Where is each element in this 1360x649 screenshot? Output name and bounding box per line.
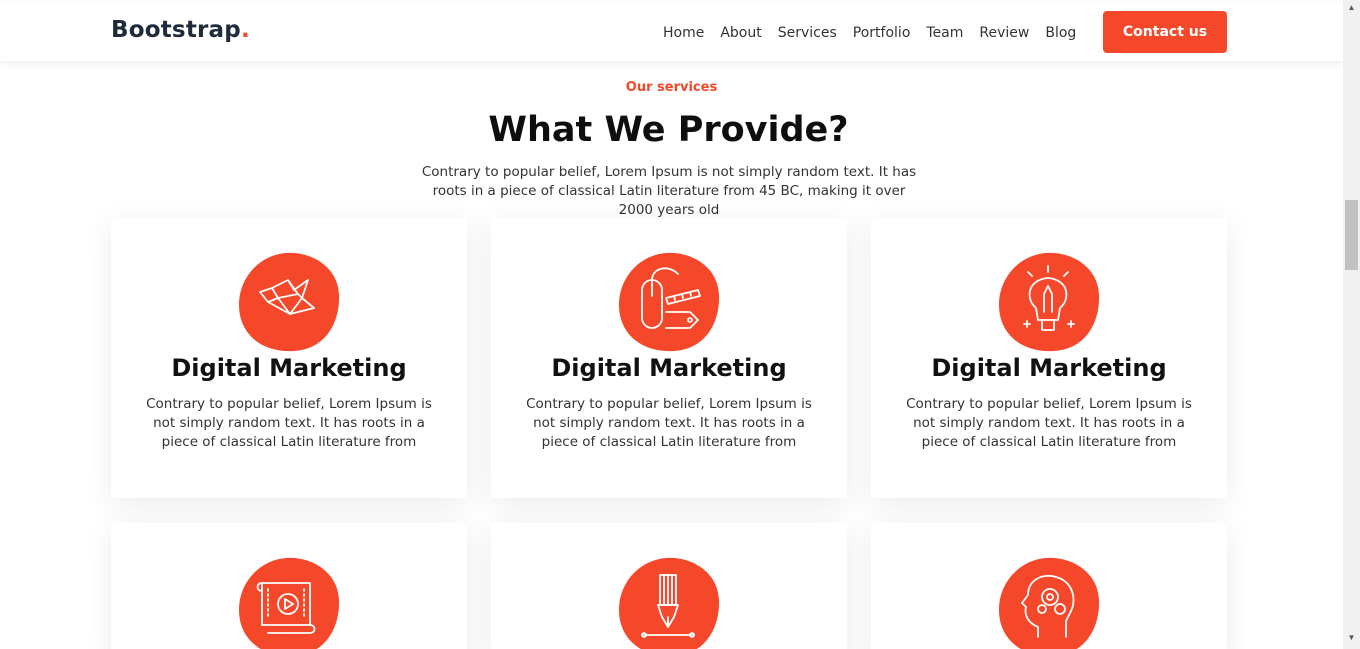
service-card <box>491 523 847 649</box>
service-text: Contrary to popular belief, Lorem Ipsum … <box>526 396 812 450</box>
scroll-up-arrow-icon[interactable]: ▲ <box>1343 2 1360 14</box>
mouse-pencil-ruler-icon <box>618 250 720 352</box>
lightbulb-pencil-icon <box>998 250 1100 352</box>
service-card <box>111 523 467 649</box>
vertical-scrollbar[interactable] <box>1343 0 1360 649</box>
service-text: Contrary to popular belief, Lorem Ipsum … <box>146 396 432 450</box>
nav-review[interactable]: Review <box>979 25 1029 41</box>
brand-name: Bootstrap <box>111 17 241 43</box>
service-text: Contrary to popular belief, Lorem Ipsum … <box>906 396 1192 450</box>
scrollbar-thumb[interactable] <box>1345 200 1358 270</box>
service-card: Digital Marketing Contrary to popular be… <box>491 218 847 498</box>
pen-nib-icon <box>618 555 720 649</box>
service-card <box>871 523 1227 649</box>
nav-links: Home About Services Portfolio Team Revie… <box>663 25 1092 41</box>
brand-logo[interactable]: Bootstrap. <box>111 17 250 43</box>
service-card: Digital Marketing Contrary to popular be… <box>111 218 467 498</box>
nav-home[interactable]: Home <box>663 25 704 41</box>
scroll-down-arrow-icon[interactable]: ▼ <box>1343 632 1360 644</box>
service-title: Digital Marketing <box>171 354 407 382</box>
navbar: Bootstrap. Home About Services Portfolio… <box>0 3 1343 61</box>
brand-dot: . <box>240 17 250 43</box>
head-gears-icon <box>998 555 1100 649</box>
service-title: Digital Marketing <box>931 354 1167 382</box>
service-title: Digital Marketing <box>551 354 787 382</box>
nav-portfolio[interactable]: Portfolio <box>853 25 911 41</box>
service-card: Digital Marketing Contrary to popular be… <box>871 218 1227 498</box>
origami-bird-icon <box>238 250 340 352</box>
video-scroll-icon <box>238 555 340 649</box>
contact-us-button[interactable]: Contact us <box>1103 11 1227 53</box>
section-eyebrow: Our services <box>625 80 718 95</box>
nav-team[interactable]: Team <box>926 25 963 41</box>
section-description: Contrary to popular belief, Lorem Ipsum … <box>421 164 917 218</box>
page-viewport: Bootstrap. Home About Services Portfolio… <box>0 0 1343 649</box>
section-title: What We Provide? <box>488 110 849 150</box>
nav-about[interactable]: About <box>720 25 761 41</box>
nav-services[interactable]: Services <box>778 25 837 41</box>
nav-blog[interactable]: Blog <box>1045 25 1076 41</box>
